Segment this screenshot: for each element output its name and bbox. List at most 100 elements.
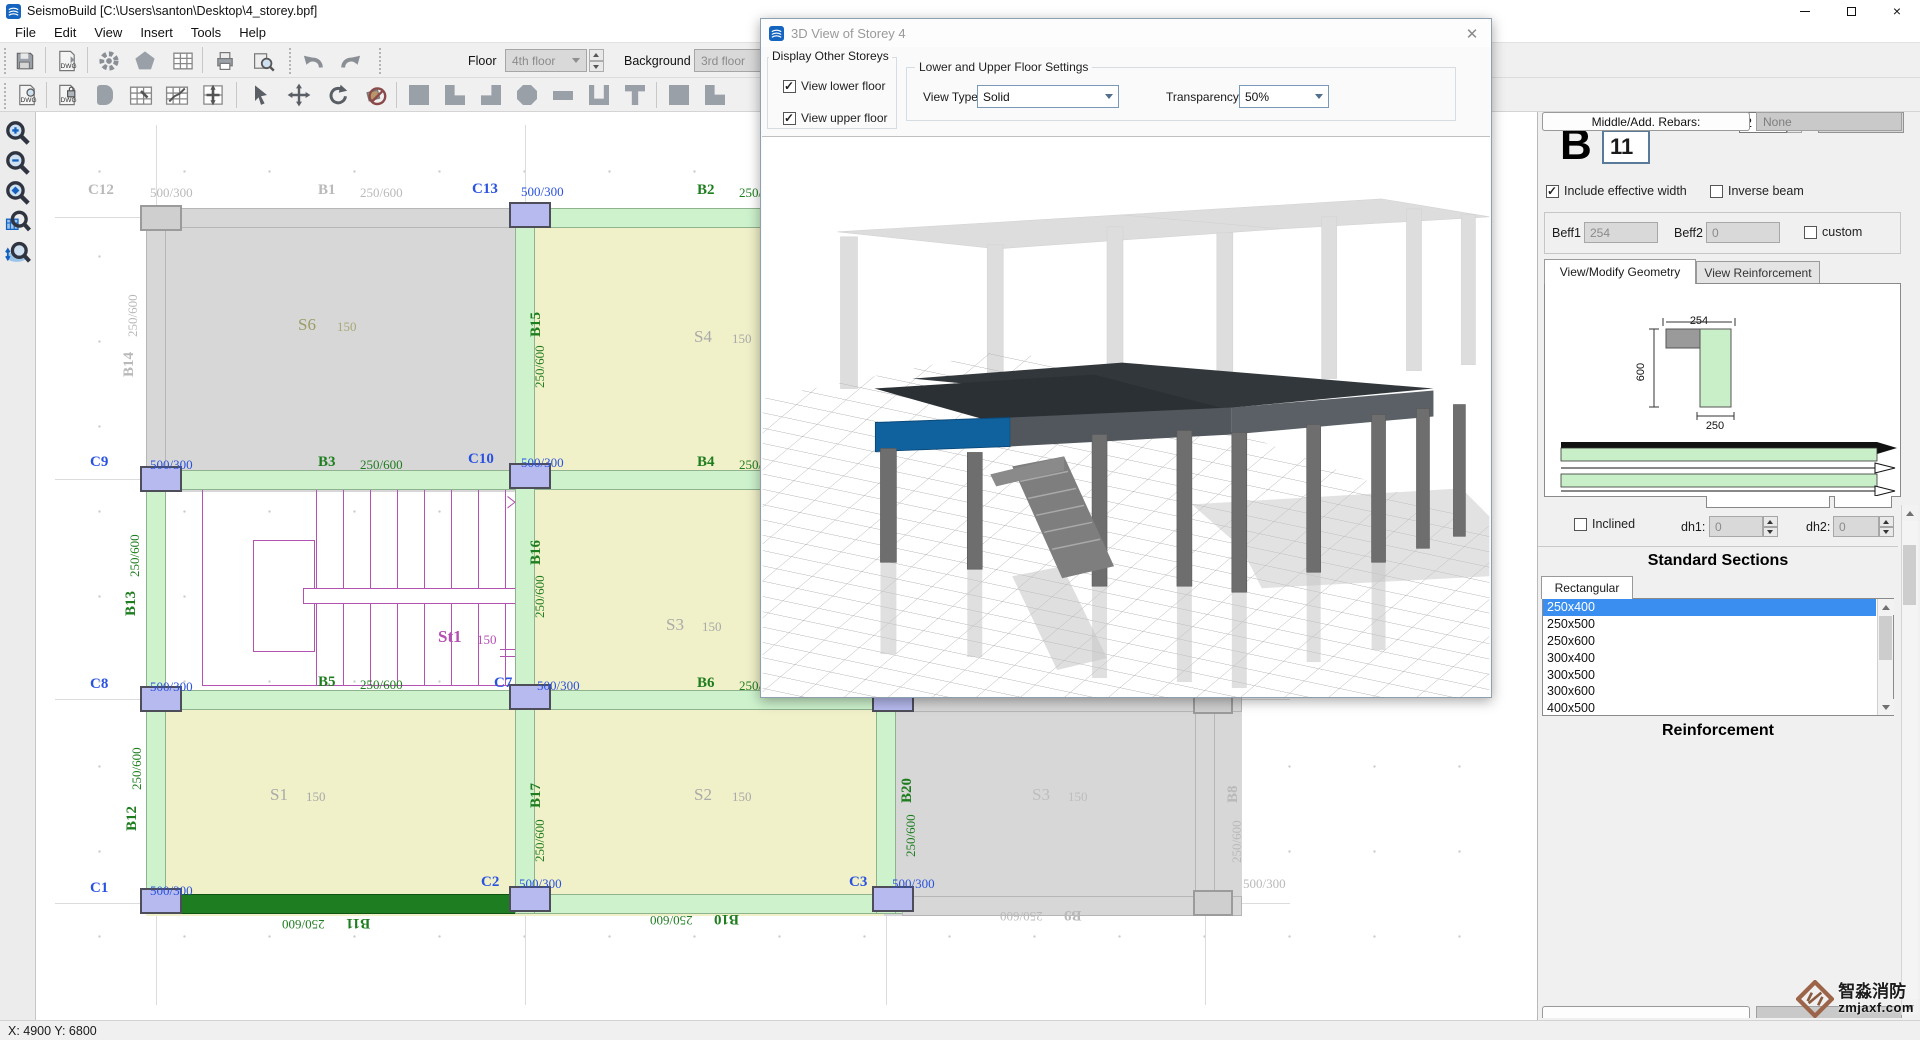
dh1-spinner[interactable] bbox=[1763, 516, 1778, 537]
transparency-select[interactable]: 50% bbox=[1239, 85, 1329, 108]
section-option[interactable]: 300x500 bbox=[1543, 666, 1876, 683]
section-option[interactable]: 250x400 bbox=[1543, 599, 1876, 616]
column-c13[interactable] bbox=[509, 202, 551, 228]
tab-view-reinforcement[interactable]: View Reinforcement bbox=[1696, 261, 1820, 284]
beam-tool-icon[interactable] bbox=[90, 80, 120, 110]
add-rebars-button[interactable]: Middle/Add. Rebars: bbox=[1542, 112, 1750, 131]
zoom-window-icon[interactable] bbox=[3, 208, 33, 238]
beff1-field[interactable]: 254 bbox=[1584, 222, 1658, 243]
beam-b12[interactable] bbox=[146, 690, 166, 914]
dwg-lock-icon[interactable]: DWG bbox=[52, 80, 82, 110]
print-preview-icon[interactable] bbox=[248, 46, 278, 76]
stair-grid-icon[interactable] bbox=[162, 80, 192, 110]
plan-label: 150 bbox=[337, 320, 357, 333]
beam-b11-selected[interactable] bbox=[146, 894, 538, 914]
settings-gear-icon[interactable] bbox=[94, 46, 124, 76]
menu-item[interactable]: Help bbox=[230, 23, 275, 42]
column-c12[interactable] bbox=[140, 205, 182, 231]
beam-b8[interactable] bbox=[1195, 692, 1215, 916]
scroll-up-icon[interactable] bbox=[1902, 505, 1918, 521]
beff2-field[interactable]: 0 bbox=[1706, 222, 1780, 243]
beam-b13[interactable] bbox=[146, 470, 166, 710]
undo-icon[interactable] bbox=[298, 46, 328, 76]
beam-b3[interactable] bbox=[146, 470, 538, 490]
menu-item[interactable]: File bbox=[6, 23, 45, 42]
scroll-up-icon[interactable] bbox=[1878, 599, 1894, 615]
delete-tool-icon[interactable] bbox=[360, 80, 390, 110]
section-tshape-icon[interactable] bbox=[620, 80, 650, 110]
grid-table-icon[interactable] bbox=[168, 46, 198, 76]
zoom-out-icon[interactable] bbox=[3, 148, 33, 178]
beam-b10[interactable] bbox=[515, 894, 905, 914]
view-lower-floor-checkbox[interactable]: View lower floor bbox=[783, 79, 885, 93]
beam-b5[interactable] bbox=[146, 690, 538, 710]
view-upper-floor-checkbox[interactable]: View upper floor bbox=[783, 111, 888, 125]
minimize-button[interactable] bbox=[1782, 0, 1828, 22]
stair-outline[interactable] bbox=[202, 487, 520, 686]
slab-s3-bg[interactable] bbox=[884, 692, 1242, 916]
menu-item[interactable]: Tools bbox=[182, 23, 230, 42]
include-effective-width-checkbox[interactable]: Include effective width bbox=[1546, 184, 1687, 198]
custom-checkbox[interactable]: custom bbox=[1804, 225, 1862, 239]
dwg-view-icon[interactable]: DWG bbox=[12, 80, 42, 110]
zoom-dynamic-icon[interactable] bbox=[3, 238, 33, 268]
dh1-field[interactable]: 0 bbox=[1709, 516, 1763, 537]
beam-b1[interactable] bbox=[146, 208, 538, 228]
sections-scrollbar[interactable] bbox=[1877, 599, 1893, 715]
slab-s6[interactable] bbox=[146, 208, 538, 492]
section-lshape2-icon[interactable] bbox=[476, 80, 506, 110]
print-icon[interactable] bbox=[210, 46, 240, 76]
section-square2-icon[interactable] bbox=[664, 80, 694, 110]
floor-spinner[interactable] bbox=[589, 49, 604, 72]
section-wall-icon[interactable] bbox=[548, 80, 578, 110]
redo-icon[interactable] bbox=[336, 46, 366, 76]
tab-view-modify-geometry[interactable]: View/Modify Geometry bbox=[1544, 259, 1696, 284]
stair-landing[interactable] bbox=[303, 588, 520, 604]
beam-number-input[interactable]: 11 bbox=[1602, 130, 1650, 164]
inclined-checkbox[interactable]: Inclined bbox=[1574, 517, 1635, 531]
dialog-close-icon[interactable]: ✕ bbox=[1461, 25, 1483, 43]
slab-grid-icon[interactable] bbox=[126, 80, 156, 110]
slab-s1[interactable] bbox=[146, 690, 538, 916]
menu-item[interactable]: Edit bbox=[45, 23, 85, 42]
section-circle-icon[interactable] bbox=[512, 80, 542, 110]
section-square-icon[interactable] bbox=[404, 80, 434, 110]
dh2-field[interactable]: 0 bbox=[1833, 516, 1879, 537]
section-lshape-icon[interactable] bbox=[440, 80, 470, 110]
rotate-tool-icon[interactable] bbox=[322, 80, 352, 110]
import-dwg-icon[interactable]: DWG bbox=[52, 46, 82, 76]
save-icon[interactable] bbox=[10, 46, 40, 76]
select-arrow-icon[interactable] bbox=[246, 80, 276, 110]
menu-item[interactable]: View bbox=[85, 23, 131, 42]
maximize-button[interactable] bbox=[1828, 0, 1874, 22]
view-type-select[interactable]: Solid bbox=[977, 85, 1119, 108]
panel-scrollbar[interactable] bbox=[1901, 505, 1918, 1015]
section-option[interactable]: 250x600 bbox=[1543, 633, 1876, 650]
move-tool-icon[interactable] bbox=[284, 80, 314, 110]
dialog-3d-view[interactable]: 3D View of Storey 4 ✕ Display Other Stor… bbox=[760, 18, 1492, 698]
inverse-beam-checkbox[interactable]: Inverse beam bbox=[1710, 184, 1804, 198]
section-option[interactable]: 400x500 bbox=[1543, 700, 1876, 717]
dh2-spinner[interactable] bbox=[1879, 516, 1894, 537]
beam-b14[interactable] bbox=[146, 208, 166, 490]
3d-viewport[interactable] bbox=[762, 136, 1490, 697]
floor-select[interactable]: 4th floor bbox=[505, 49, 587, 72]
column-bg[interactable] bbox=[1193, 890, 1233, 916]
section-lshape3-icon[interactable] bbox=[700, 80, 730, 110]
tab-rectangular[interactable]: Rectangular bbox=[1541, 576, 1633, 599]
section-option[interactable]: 250x500 bbox=[1543, 616, 1876, 633]
dialog-title-bar[interactable]: 3D View of Storey 4 ✕ bbox=[761, 19, 1491, 47]
section-option[interactable]: 300x400 bbox=[1543, 649, 1876, 666]
mesh-arrows-icon[interactable] bbox=[198, 80, 228, 110]
section-ushape-icon[interactable] bbox=[584, 80, 614, 110]
checkbox-checked-icon bbox=[783, 80, 796, 93]
clipped-rebar-button[interactable] bbox=[1542, 1006, 1750, 1018]
section-option[interactable]: 300x600 bbox=[1543, 683, 1876, 700]
close-button[interactable]: × bbox=[1874, 0, 1920, 22]
scroll-down-icon[interactable] bbox=[1878, 699, 1894, 715]
menu-item[interactable]: Insert bbox=[131, 23, 182, 42]
building-shape-icon[interactable] bbox=[130, 46, 160, 76]
zoom-extents-icon[interactable] bbox=[3, 178, 33, 208]
standard-sections-list[interactable]: 250x400250x500250x600300x400300x500300x6… bbox=[1542, 598, 1894, 716]
zoom-in-icon[interactable] bbox=[3, 118, 33, 148]
